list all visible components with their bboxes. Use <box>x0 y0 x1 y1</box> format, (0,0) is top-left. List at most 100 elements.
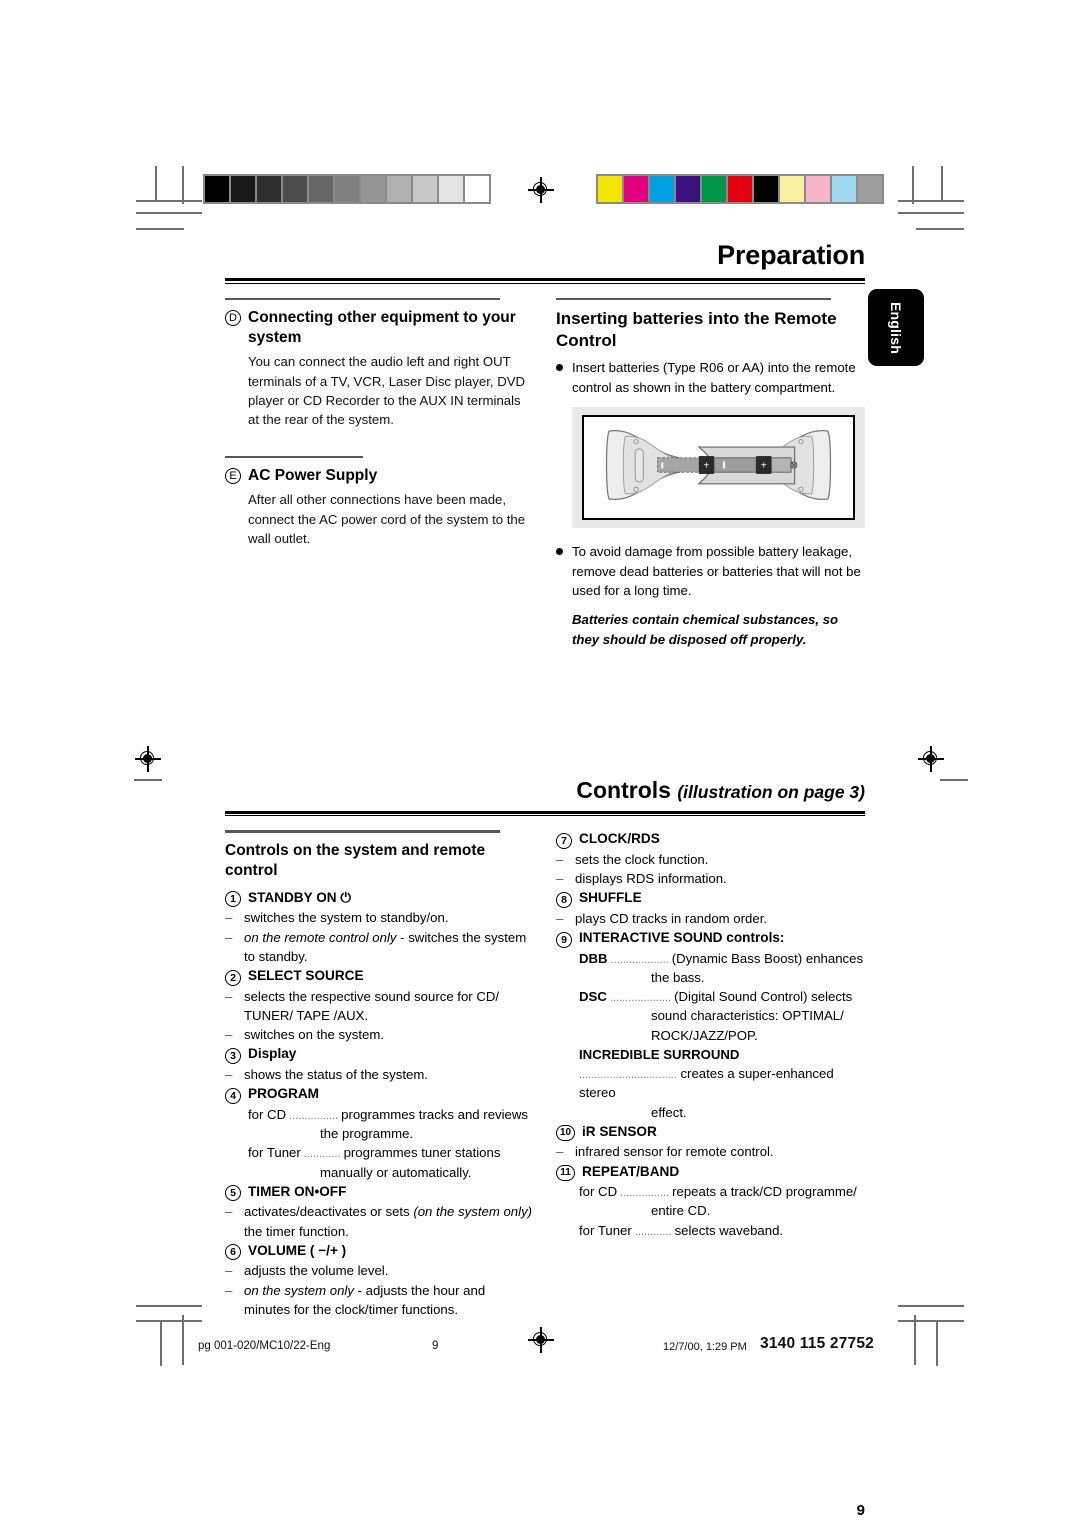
control-item: 3 Display – shows the status of the system. <box>225 1045 534 1084</box>
battery-bullet-2: To avoid damage from possible battery le… <box>556 542 865 600</box>
control-sub-entry: for Tuner ............ programmes tuner … <box>225 1143 534 1182</box>
section-d-marker: D <box>225 309 241 326</box>
battery-bullet-2-text: To avoid damage from possible battery le… <box>572 544 861 599</box>
controls-left-heading: Controls on the system and remote contro… <box>225 841 486 879</box>
side-rule-right <box>940 779 968 781</box>
control-item: 10 iR SENSOR – infrared sensor for remote c… <box>556 1123 865 1162</box>
control-description-text: on the remote control only - switches th… <box>244 929 527 964</box>
control-label: VOLUME ( −/+ ) <box>248 1242 347 1258</box>
preparation-right-column: Inserting batteries into the Remote Cont… <box>556 297 865 649</box>
calibration-swatch <box>439 176 463 202</box>
control-number-badge: 1 <box>225 891 241 908</box>
control-sub-key: for CD <box>248 1106 287 1122</box>
control-number-badge: 6 <box>225 1244 241 1261</box>
calibration-swatch <box>465 176 489 202</box>
control-sub-continuation: the bass. <box>651 969 705 985</box>
battery-warning-text: Batteries contain chemical substances, s… <box>572 612 839 647</box>
calibration-swatch <box>335 176 359 202</box>
calibration-swatch <box>387 176 411 202</box>
control-item: 6 VOLUME ( −/+ ) – adjusts the volume level… <box>225 1242 534 1319</box>
calibration-swatch <box>231 176 255 202</box>
control-label: CLOCK/RDS <box>579 831 660 847</box>
footer-timestamp: 12/7/00, 1:29 PM <box>663 1341 747 1353</box>
page-content: Preparation D Connecting other equipment… <box>225 240 865 1519</box>
control-label: REPEAT/BAND <box>582 1163 680 1179</box>
calibration-swatch <box>650 176 674 202</box>
section-e-rule <box>225 455 363 459</box>
controls-right-column: 7 CLOCK/RDS – sets the clock function. – disp… <box>556 830 865 1320</box>
leader-dots: ................... <box>607 953 672 966</box>
controls-left-list: 1 STANDBY ON ⏻ – switches the system to sta… <box>225 889 534 1319</box>
control-sub-entry: for CD ................ repeats a track/… <box>556 1182 865 1221</box>
calibration-swatch <box>780 176 804 202</box>
control-sub-text: (Digital Sound Control) selects <box>674 989 853 1005</box>
section-e-marker: E <box>225 468 241 485</box>
footer-file-label: pg 001-020/MC10/22-Eng <box>198 1340 331 1352</box>
section-d-body: You can connect the audio left and right… <box>248 354 526 428</box>
control-label: PROGRAM <box>248 1086 319 1102</box>
dash-marker: – <box>225 1027 233 1043</box>
calibration-swatch <box>832 176 856 202</box>
control-item: 4 PROGRAM for CD ................ programm… <box>225 1085 534 1182</box>
calibration-swatch <box>413 176 437 202</box>
control-description-text: infrared sensor for remote control. <box>575 1144 774 1160</box>
side-rule-left <box>134 779 162 781</box>
control-description-row: – adjusts the volume level. <box>225 1261 534 1280</box>
registration-mark-right <box>918 746 944 772</box>
control-item: 2 SELECT SOURCE – selects the respective so… <box>225 967 534 1044</box>
control-sub-continuation: manually or automatically. <box>320 1164 472 1180</box>
control-sub-text: (Dynamic Bass Boost) enhances <box>671 950 864 966</box>
control-label: SELECT SOURCE <box>248 968 364 984</box>
bullet-dot-icon <box>556 364 563 372</box>
grayscale-calibration-strip <box>203 174 491 204</box>
section-d-rule <box>225 297 500 300</box>
dash-marker: – <box>556 1144 564 1160</box>
dash-marker: – <box>225 910 233 926</box>
leader-dots: ................ <box>617 1187 673 1200</box>
control-sub-entry: for Tuner ............ selects waveband. <box>556 1221 865 1240</box>
control-sub-key: for Tuner <box>248 1145 301 1161</box>
control-sub-text: programmes tuner stations <box>343 1145 501 1161</box>
control-sub-continuation: sound characteristics: OPTIMAL/ ROCK/JAZ… <box>651 1008 844 1043</box>
dash-marker: – <box>556 851 564 867</box>
registration-mark-top <box>528 177 554 203</box>
calibration-swatch <box>728 176 752 202</box>
title-rule <box>225 278 865 281</box>
calibration-swatch <box>676 176 700 202</box>
control-number-badge: 4 <box>225 1087 241 1104</box>
control-label: STANDBY ON ⏻ <box>248 889 352 905</box>
calibration-swatch <box>806 176 830 202</box>
control-number-badge: 8 <box>556 891 572 908</box>
control-sub-continuation: effect. <box>651 1104 687 1120</box>
control-sub-text: repeats a track/CD programme/ <box>672 1184 857 1200</box>
control-description-text: plays CD tracks in random order. <box>575 910 768 926</box>
controls-title-rule-thin <box>225 815 865 817</box>
bullet-dot-icon <box>556 548 563 556</box>
footer-page-mark: 9 <box>432 1340 439 1352</box>
leader-dots: .................... <box>606 992 675 1005</box>
control-description-row: – displays RDS information. <box>556 869 865 888</box>
control-number-badge: 7 <box>556 832 572 849</box>
dash-marker: – <box>225 1066 233 1082</box>
svg-text:+: + <box>704 461 710 472</box>
control-description-text: sets the clock function. <box>575 851 709 867</box>
dash-marker: – <box>225 929 233 945</box>
edge-rule-top-right <box>916 228 964 230</box>
page-title: Preparation <box>717 240 865 270</box>
control-description-text: displays RDS information. <box>575 870 727 886</box>
title-rule-thin <box>225 282 865 284</box>
calibration-swatch <box>283 176 307 202</box>
controls-title-rule <box>225 810 865 814</box>
control-description-row: – selects the respective sound source for… <box>225 987 534 1026</box>
calibration-swatch <box>858 176 882 202</box>
controls-section: Controls (illustration on page 3) Contro… <box>225 777 865 1320</box>
section-e: E AC Power Supply After all other connec… <box>225 455 534 549</box>
control-item: 11 REPEAT/BAND for CD ................ rep… <box>556 1163 865 1240</box>
control-description-row: – switches the system to standby/on. <box>225 908 534 927</box>
control-sub-continuation: the programme. <box>320 1126 414 1141</box>
control-description-text: adjusts the volume level. <box>244 1263 389 1279</box>
control-label: iR SENSOR <box>582 1123 657 1139</box>
svg-text:+: + <box>761 461 767 472</box>
footer-doc-code: 3140 115 27752 <box>760 1335 875 1352</box>
control-number-badge: 11 <box>556 1165 575 1182</box>
